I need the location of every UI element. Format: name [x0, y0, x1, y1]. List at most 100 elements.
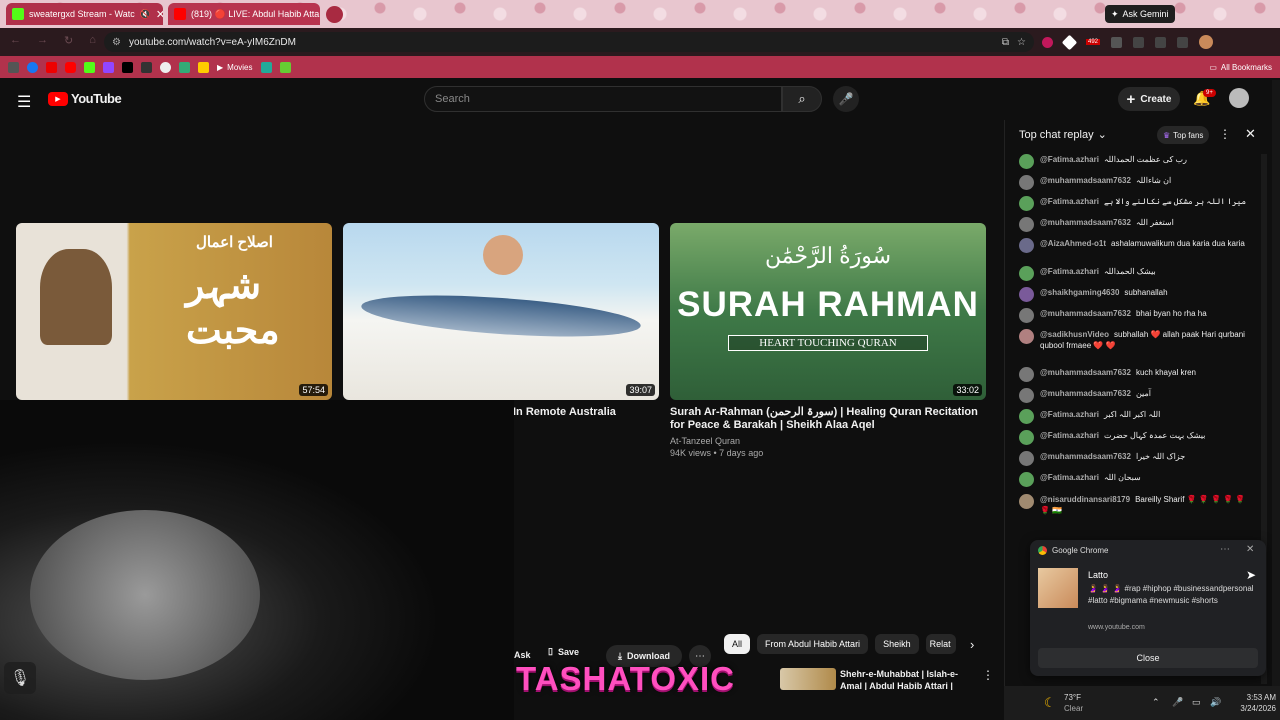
forward-icon[interactable]: →	[37, 34, 48, 47]
ask-gemini-button[interactable]: ✦ Ask Gemini	[1105, 5, 1175, 23]
side-video-title[interactable]: Shehr-e-Muhabbat | Islah-e-Amal | Abdul …	[840, 668, 970, 690]
bookmark-icon[interactable]	[160, 61, 171, 73]
downloads-icon[interactable]	[1155, 36, 1167, 48]
ask-button[interactable]: Ask	[514, 650, 531, 660]
facebook-icon[interactable]	[27, 61, 38, 73]
avatar[interactable]	[1019, 388, 1034, 403]
extension-icon[interactable]	[1061, 34, 1078, 50]
mic-icon[interactable]: 🎤	[1172, 697, 1183, 708]
chat-author[interactable]: @muhammadsaam7632	[1040, 176, 1131, 185]
close-chat-icon[interactable]: ✕	[1245, 126, 1256, 142]
avatar[interactable]	[1019, 367, 1034, 382]
new-tab-button[interactable]	[326, 6, 343, 23]
bookmark-icon[interactable]	[260, 61, 272, 73]
chip-all[interactable]: All	[724, 634, 751, 654]
home-icon[interactable]: ⌂	[89, 34, 96, 47]
bookmark-icon[interactable]	[179, 61, 190, 73]
more-vert-icon[interactable]: ⋮	[982, 668, 994, 682]
notification-more-icon[interactable]: ⋯	[1220, 544, 1230, 555]
bookmark-icon[interactable]	[46, 61, 57, 73]
side-video-thumbnail[interactable]	[780, 668, 836, 690]
video-title-3[interactable]: Surah Ar-Rahman (سورۃ الرحمن) | Healing …	[670, 406, 980, 432]
volume-icon[interactable]: 🔊	[1210, 697, 1221, 708]
weather-temp[interactable]: 73°F	[1064, 693, 1081, 702]
chat-author[interactable]: @muhammadsaam7632	[1040, 368, 1131, 377]
chat-author[interactable]: @Fatima.azhari	[1040, 410, 1099, 419]
display-icon[interactable]: ▭	[1192, 697, 1201, 708]
save-button[interactable]: ▯ Save	[548, 646, 579, 657]
avatar[interactable]	[1019, 217, 1034, 232]
notification-close-button[interactable]: Close	[1038, 648, 1258, 668]
twitch-icon[interactable]	[103, 61, 114, 73]
chat-author[interactable]: @Fatima.azhari	[1040, 473, 1099, 482]
avatar[interactable]	[1019, 494, 1034, 509]
notification-close-icon[interactable]: ✕	[1246, 544, 1254, 555]
bookmark-icon[interactable]	[198, 61, 209, 73]
avatar[interactable]	[1019, 409, 1034, 424]
chat-author[interactable]: @Fatima.azhari	[1040, 431, 1099, 440]
video-title-2[interactable]: In Remote Australia	[513, 406, 616, 418]
x-icon[interactable]	[122, 61, 133, 73]
search-input[interactable]: Search	[424, 86, 782, 112]
chat-author[interactable]: @muhammadsaam7632	[1040, 218, 1131, 227]
sidepanel-icon[interactable]	[1177, 36, 1189, 48]
hamburger-menu-icon[interactable]: ☰	[17, 92, 31, 112]
voice-search-button[interactable]: 🎤	[833, 86, 859, 112]
avatar[interactable]	[1019, 451, 1034, 466]
avatar[interactable]	[1019, 266, 1034, 281]
chat-author[interactable]: @muhammadsaam7632	[1040, 309, 1131, 318]
all-bookmarks-button[interactable]: ▭ All Bookmarks	[1209, 63, 1272, 72]
kick-icon[interactable]	[84, 61, 95, 73]
mute-icon[interactable]: 🔇	[140, 9, 151, 20]
bookmark-movies[interactable]: ▶ Movies	[217, 63, 253, 72]
site-info-icon[interactable]: ⚙	[112, 37, 121, 48]
avatar[interactable]	[1019, 329, 1034, 344]
create-button[interactable]: + Create	[1118, 87, 1180, 111]
chat-author[interactable]: @nisaruddinansari8179	[1040, 495, 1130, 504]
avatar[interactable]	[1019, 430, 1034, 445]
tab-youtube-live[interactable]: (819) 🔴 LIVE: Abdul Habib Atta ✕	[168, 3, 320, 25]
extension-icon[interactable]	[1111, 36, 1123, 48]
video-thumbnail-2[interactable]: 39:07	[343, 223, 659, 400]
avatar[interactable]	[1019, 238, 1034, 253]
avatar[interactable]	[1019, 308, 1034, 323]
chat-author[interactable]: @AizaAhmed-o1t	[1040, 239, 1106, 248]
bookmark-icon[interactable]	[141, 61, 152, 73]
extension-badge[interactable]: 492	[1086, 39, 1101, 45]
address-bar[interactable]: ⚙ youtube.com/watch?v=eA-yIM6ZnDM ⧉ ☆	[104, 32, 1034, 52]
avatar[interactable]	[1019, 196, 1034, 211]
back-icon[interactable]: ←	[10, 34, 21, 47]
youtube-icon[interactable]	[65, 61, 76, 73]
tab-sweatergxd[interactable]: sweatergxd Stream - Watc 🔇 ✕	[6, 3, 163, 25]
close-tab-icon[interactable]: ✕	[156, 8, 163, 21]
top-fans-button[interactable]: ♛ Top fans	[1157, 126, 1210, 144]
chat-mode-dropdown[interactable]: Top chat replay ⌄	[1019, 128, 1107, 142]
chat-author[interactable]: @muhammadsaam7632	[1040, 452, 1131, 461]
youtube-logo[interactable]: ▶ YouTube	[48, 91, 122, 106]
reload-icon[interactable]: ↻	[64, 34, 73, 47]
search-button[interactable]: ⌕	[782, 86, 822, 112]
avatar[interactable]	[1019, 175, 1034, 190]
bookmark-icon[interactable]	[279, 61, 291, 73]
chat-author[interactable]: @muhammadsaam7632	[1040, 389, 1131, 398]
chevron-right-icon[interactable]: ›	[970, 637, 974, 652]
extension-icon[interactable]	[1042, 36, 1053, 48]
install-icon[interactable]: ⧉	[1002, 37, 1009, 48]
avatar[interactable]	[1019, 472, 1034, 487]
more-vert-icon[interactable]: ⋮	[1219, 127, 1231, 141]
avatar[interactable]	[1019, 154, 1034, 169]
puzzle-icon[interactable]	[1133, 36, 1145, 48]
apps-icon[interactable]	[8, 61, 19, 73]
chat-author[interactable]: @sadikhusnVideo	[1040, 330, 1109, 339]
chat-author[interactable]: @Fatima.azhari	[1040, 197, 1099, 206]
channel-name[interactable]: At-Tanzeel Quran	[670, 436, 740, 446]
video-thumbnail-3[interactable]: سُورَةُ الرَّحْمَٰن SURAH RAHMAN HEART T…	[670, 223, 986, 400]
clock-time[interactable]: 3:53 AM	[1226, 693, 1276, 702]
chip-sheikh[interactable]: Sheikh	[875, 634, 919, 654]
chat-author[interactable]: @Fatima.azhari	[1040, 155, 1099, 164]
chip-related[interactable]: Relat	[925, 634, 956, 654]
video-thumbnail-1[interactable]: اصلاح اعمال شہر محبت 57:54	[16, 223, 332, 400]
tray-overflow-icon[interactable]: ⌃	[1152, 697, 1160, 708]
account-avatar[interactable]	[1229, 88, 1249, 108]
chip-channel[interactable]: From Abdul Habib Attari	[757, 634, 869, 654]
